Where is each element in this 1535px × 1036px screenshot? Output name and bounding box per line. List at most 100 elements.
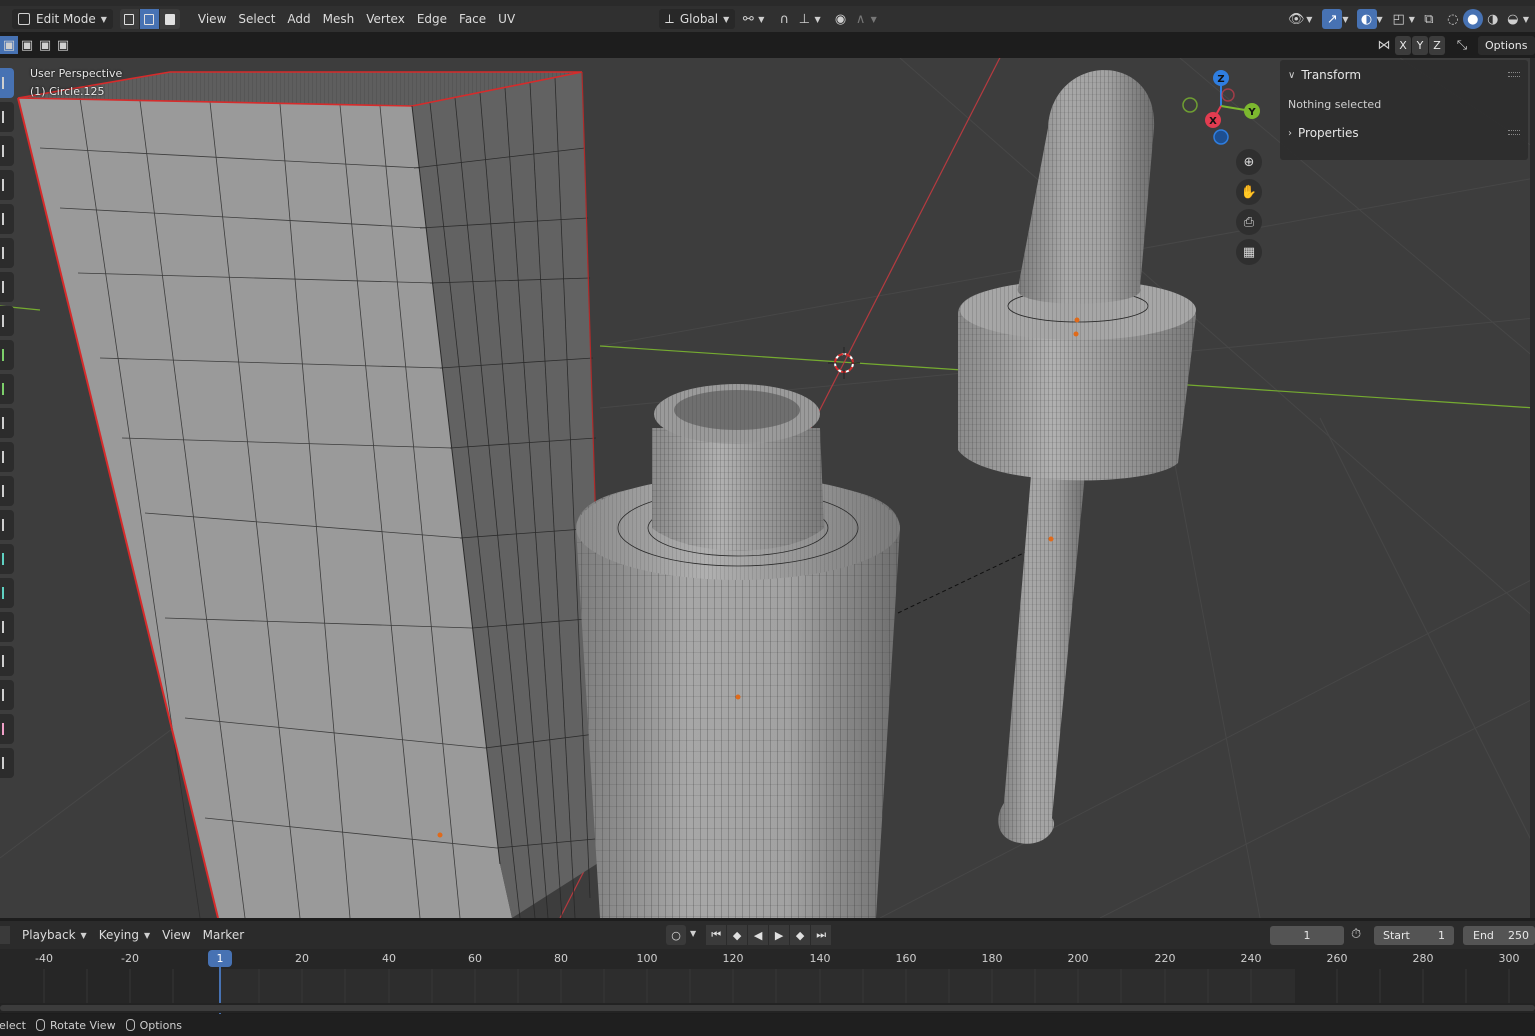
xray-toggle-icon[interactable]: ⧉ (1419, 9, 1439, 29)
tool-transform[interactable] (0, 238, 14, 268)
tool-spin[interactable] (0, 578, 14, 608)
bottle-mesh[interactable] (576, 384, 900, 918)
tool-select-box[interactable] (0, 68, 14, 98)
falloff-icon[interactable]: ∧ (851, 9, 871, 29)
camera-view-icon[interactable]: ⎙ (1236, 209, 1262, 235)
start-frame-field[interactable]: Start 1 (1374, 926, 1454, 945)
tool-cursor[interactable] (0, 102, 14, 132)
menu-edge[interactable]: Edge (411, 9, 453, 29)
tool-annotate[interactable] (0, 272, 14, 302)
transform-orientation-dropdown[interactable]: ⟂ Global ▼ (659, 9, 736, 29)
mesh-edit-overlay-icon[interactable]: ◰ (1389, 9, 1409, 29)
snap-magnet-icon[interactable]: ∩ (774, 9, 794, 29)
tool-shrink-fatten[interactable] (0, 680, 14, 710)
box-mesh[interactable] (17, 71, 607, 918)
select-subtract-icon[interactable]: ▣ (36, 36, 54, 54)
chevron-down-icon[interactable]: ▼ (871, 15, 877, 24)
tool-smooth[interactable] (0, 612, 14, 642)
jump-to-end-icon[interactable]: ⏭ (811, 925, 832, 945)
solid-shading-icon[interactable]: ● (1462, 9, 1483, 29)
timeline-menu-keying[interactable]: Keying ▼ (93, 925, 156, 945)
mode-selector[interactable]: Edit Mode ▼ (12, 9, 113, 29)
playhead-frame-badge[interactable]: 1 (208, 950, 232, 967)
edge-select-icon[interactable] (139, 9, 160, 29)
tool-inset[interactable] (0, 408, 14, 438)
tool-shear[interactable] (0, 714, 14, 744)
pivot-point-icon[interactable]: ⚯ (738, 9, 758, 29)
auto-keying-icon[interactable]: ○ (666, 925, 686, 945)
stopwatch-icon[interactable]: ⏱ (1351, 927, 1361, 942)
timeline-menu-view[interactable]: View (156, 925, 196, 945)
tool-extrude[interactable] (0, 374, 14, 404)
mirror-z-toggle[interactable]: Z (1429, 36, 1445, 55)
vertex-select-icon[interactable] (119, 9, 140, 29)
end-frame-field[interactable]: End 250 (1463, 926, 1535, 945)
menu-add[interactable]: Add (281, 9, 316, 29)
perspective-grid-icon[interactable]: ▦ (1236, 239, 1262, 265)
menu-face[interactable]: Face (453, 9, 492, 29)
select-intersect-icon[interactable]: ▣ (54, 36, 72, 54)
select-new-icon[interactable]: ▣ (0, 36, 18, 54)
timeline-menu-marker[interactable]: Marker (197, 925, 250, 945)
chevron-down-icon[interactable]: ▼ (1523, 15, 1529, 24)
proportional-edit-icon[interactable]: ◉ (831, 9, 851, 29)
navigation-gizmo[interactable]: Z Y X (1176, 66, 1266, 156)
timeline-menu-playback[interactable]: Playback ▼ (16, 925, 93, 945)
overlays-toggle-icon[interactable]: ◐ (1356, 9, 1377, 29)
options-dropdown[interactable]: Options (1478, 36, 1535, 55)
snap-target-icon[interactable]: ⊥ (794, 9, 814, 29)
chevron-down-icon[interactable]: ▼ (690, 929, 696, 945)
menu-uv[interactable]: UV (492, 9, 521, 29)
chevron-down-icon[interactable]: ▼ (758, 15, 764, 24)
menu-vertex[interactable]: Vertex (360, 9, 411, 29)
menu-view[interactable]: View (192, 9, 232, 29)
play-reverse-icon[interactable]: ◀ (748, 925, 769, 945)
jump-to-start-icon[interactable]: ⏮ (706, 925, 727, 945)
chevron-down-icon[interactable]: ▼ (1342, 15, 1348, 24)
chevron-down-icon[interactable]: ▼ (814, 15, 820, 24)
timeline-ruler[interactable]: -40 -20 1 20 40 60 80 100 120 140 160 18… (0, 949, 1535, 969)
chevron-down-icon[interactable]: ▼ (1306, 15, 1312, 24)
current-frame-field[interactable]: 1 (1270, 926, 1344, 945)
menu-select[interactable]: Select (232, 9, 281, 29)
mirror-y-toggle[interactable]: Y (1412, 36, 1428, 55)
dropper-mesh[interactable] (958, 70, 1196, 844)
chevron-down-icon[interactable]: ▼ (1377, 15, 1383, 24)
previous-keyframe-icon[interactable]: ◆ (727, 925, 748, 945)
visibility-eye-icon[interactable]: 👁 (1286, 9, 1306, 29)
tool-loop-cut[interactable] (0, 476, 14, 506)
drag-grip-icon[interactable] (1508, 72, 1520, 77)
mirror-options-icon[interactable]: ⋈ (1374, 35, 1394, 55)
tool-move[interactable] (0, 136, 14, 166)
tool-rip[interactable] (0, 748, 14, 778)
3d-viewport[interactable]: User Perspective (1) Circle.125 Z Y X ⊕ … (0, 58, 1535, 918)
tool-edge-slide[interactable] (0, 646, 14, 676)
timeline-scrollbar[interactable] (0, 1003, 1535, 1013)
mirror-x-toggle[interactable]: X (1395, 36, 1411, 55)
play-icon[interactable]: ▶ (769, 925, 790, 945)
editor-type-icon[interactable] (0, 926, 10, 944)
face-select-icon[interactable] (159, 9, 180, 29)
pan-hand-icon[interactable]: ✋ (1236, 179, 1262, 205)
menu-mesh[interactable]: Mesh (317, 9, 361, 29)
material-shading-icon[interactable]: ◑ (1483, 9, 1503, 29)
properties-panel-header[interactable]: › Properties (1280, 118, 1528, 148)
tool-rotate[interactable] (0, 170, 14, 200)
tool-bevel[interactable] (0, 442, 14, 472)
next-keyframe-icon[interactable]: ◆ (790, 925, 811, 945)
sidebar-tab-strip[interactable] (1530, 58, 1535, 918)
gizmo-toggle-icon[interactable]: ↗ (1322, 9, 1343, 29)
tool-measure[interactable] (0, 306, 14, 336)
chevron-down-icon[interactable]: ▼ (1409, 15, 1415, 24)
tool-scale[interactable] (0, 204, 14, 234)
tool-add-cube[interactable] (0, 340, 14, 370)
drag-grip-icon[interactable] (1508, 130, 1520, 135)
transform-panel-header[interactable]: ∨ Transform (1280, 60, 1528, 90)
auto-merge-icon[interactable]: ⤡ (1452, 35, 1472, 55)
tool-poly-build[interactable] (0, 544, 14, 574)
scrollbar-thumb[interactable] (0, 1005, 1535, 1011)
timeline-track-area[interactable] (0, 969, 1535, 1003)
rendered-shading-icon[interactable]: ◒ (1503, 9, 1523, 29)
wireframe-shading-icon[interactable]: ◌ (1443, 9, 1463, 29)
zoom-icon[interactable]: ⊕ (1236, 149, 1262, 175)
